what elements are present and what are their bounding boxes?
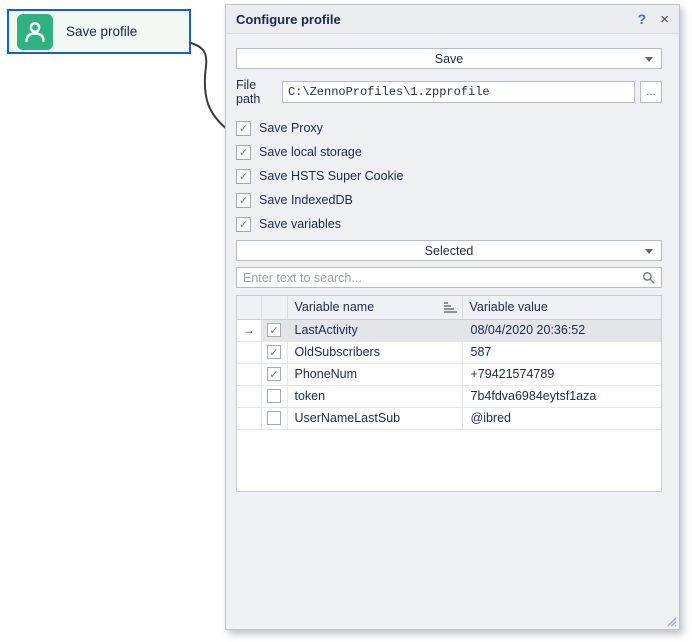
chevron-down-icon [645,249,653,254]
action-block-save-profile[interactable]: Save profile [7,9,191,54]
table-row[interactable]: UserNameLastSub@ibred [237,407,661,429]
search-box [236,267,662,288]
checkbox[interactable]: ✓ [236,193,251,208]
row-checkbox[interactable]: ✓ [267,367,281,381]
checkbox[interactable]: ✓ [236,145,251,160]
row-checkbox-cell: ✓ [261,319,287,341]
save-option-1[interactable]: ✓ Save local storage [236,140,662,164]
help-icon[interactable]: ? [638,11,647,27]
checkbox[interactable]: ✓ [236,169,251,184]
variable-value-cell[interactable]: +79421574789 [462,363,661,385]
variable-name-cell[interactable]: OldSubscribers [287,341,462,363]
column-header-label: Variable value [470,300,548,314]
save-option-4[interactable]: ✓ Save variables [236,212,662,236]
row-indicator-header [237,296,261,319]
dialog-title: Configure profile [236,12,638,27]
variable-value-cell[interactable]: 08/04/2020 20:36:52 [462,319,661,341]
workspace: Save profile Configure profile ? × Save … [0,0,692,642]
configure-profile-dialog: Configure profile ? × Save File path ...… [225,4,680,630]
row-checkbox-cell: ✓ [261,363,287,385]
sort-ascending-icon [444,302,457,313]
save-options-list: ✓ Save Proxy ✓ Save local storage ✓ Save HSTS… [236,116,662,236]
checkbox[interactable]: ✓ [236,121,251,136]
browse-button[interactable]: ... [640,81,662,103]
row-checkbox-cell: ✓ [261,341,287,363]
checkbox-column-header[interactable] [261,296,287,319]
variable-value-cell[interactable]: @ibred [462,407,661,429]
save-option-0[interactable]: ✓ Save Proxy [236,116,662,140]
row-checkbox-cell [261,385,287,407]
save-mode-value: Save [435,52,464,66]
row-indicator [237,407,261,429]
save-option-3[interactable]: ✓ Save IndexedDB [236,188,662,212]
row-indicator [237,363,261,385]
row-indicator: → [237,319,261,341]
checkbox-label: Save local storage [259,145,362,159]
dialog-body: Save File path ... ✓ Save Proxy ✓ Save loca… [226,34,679,492]
variable-name-cell[interactable]: LastActivity [287,319,462,341]
resize-grip[interactable] [665,615,677,627]
variable-name-cell[interactable]: PhoneNum [287,363,462,385]
variables-filter-value: Selected [425,244,474,258]
variables-filter-dropdown[interactable]: Selected [236,240,662,261]
search-icon[interactable] [642,271,656,290]
row-checkbox[interactable] [267,389,281,403]
profile-person-icon [17,14,53,50]
checkbox-label: Save IndexedDB [259,193,353,207]
column-header-variable-value[interactable]: Variable value [462,296,661,319]
row-checkbox[interactable]: ✓ [267,323,281,337]
checkbox-label: Save HSTS Super Cookie [259,169,404,183]
column-header-label: Variable name [295,300,375,314]
dialog-title-bar: Configure profile ? × [226,5,679,34]
variable-name-cell[interactable]: token [287,385,462,407]
table-row[interactable]: token7b4fdva6984eytsf1aza [237,385,661,407]
chevron-down-icon [645,57,653,62]
search-input[interactable] [237,271,661,285]
column-header-variable-name[interactable]: Variable name [287,296,462,319]
table-row[interactable]: ✓ PhoneNum+79421574789 [237,363,661,385]
row-checkbox[interactable] [267,411,281,425]
checkbox-label: Save Proxy [259,121,323,135]
table-header-row: Variable name Variable value [237,296,661,319]
file-path-label: File path [236,78,282,106]
variables-grid: Variable name Variable value → ✓ LastActiv… [236,295,662,492]
close-icon[interactable]: × [660,12,669,27]
row-checkbox[interactable]: ✓ [267,345,281,359]
checkbox[interactable]: ✓ [236,217,251,232]
checkbox-label: Save variables [259,217,341,231]
save-mode-dropdown[interactable]: Save [236,48,662,69]
row-checkbox-cell [261,407,287,429]
variable-value-cell[interactable]: 587 [462,341,661,363]
table-row[interactable]: ✓ OldSubscribers587 [237,341,661,363]
file-path-input[interactable] [282,81,635,103]
variable-value-cell[interactable]: 7b4fdva6984eytsf1aza [462,385,661,407]
save-option-2[interactable]: ✓ Save HSTS Super Cookie [236,164,662,188]
variable-name-cell[interactable]: UserNameLastSub [287,407,462,429]
variables-table-body: → ✓ LastActivity08/04/2020 20:36:52 ✓ OldSub… [237,319,661,429]
row-indicator [237,341,261,363]
table-row[interactable]: → ✓ LastActivity08/04/2020 20:36:52 [237,319,661,341]
file-path-row: File path ... [236,78,662,106]
row-indicator [237,385,261,407]
action-block-label: Save profile [66,24,137,39]
